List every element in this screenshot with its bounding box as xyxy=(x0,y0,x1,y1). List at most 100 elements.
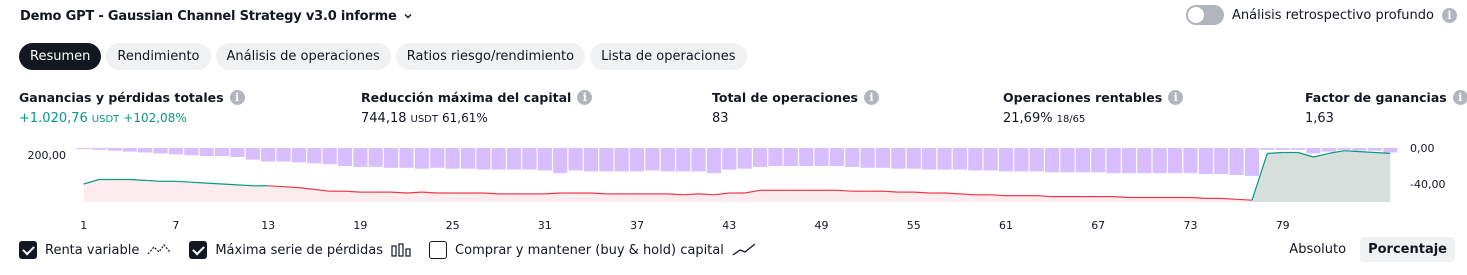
tab-ratios[interactable]: Ratios riesgo/rendimiento xyxy=(395,43,586,70)
metric-profitable: Operaciones rentables i 21,69% 18/65 xyxy=(1003,90,1184,126)
metric-pnl-label: Ganancias y pérdidas totales xyxy=(19,90,224,105)
drawdown-bar xyxy=(1214,148,1229,175)
drawdown-bar xyxy=(1152,148,1167,174)
drawdown-bar xyxy=(845,148,860,167)
equity-checkbox[interactable] xyxy=(19,241,37,259)
x-tick-label: 67 xyxy=(1091,219,1105,232)
legend-drawdown[interactable]: Máxima serie de pérdidas xyxy=(189,241,411,259)
drawdown-bar xyxy=(138,148,153,153)
drawdown-bar xyxy=(337,148,353,166)
metric-drawdown-unit: USDT xyxy=(410,114,438,125)
drawdown-bar xyxy=(752,148,768,167)
info-icon[interactable]: i xyxy=(1452,90,1467,105)
tab-analisis-operaciones[interactable]: Análisis de operaciones xyxy=(215,43,391,70)
metric-drawdown-value: 744,18 xyxy=(361,111,407,126)
legend-buyhold[interactable]: Comprar y mantener (buy & hold) capital xyxy=(429,241,756,259)
drawdown-bar xyxy=(799,148,814,166)
right-axis-label: -40,00 xyxy=(1410,178,1445,191)
equity-line-icon xyxy=(147,244,171,255)
drawdown-bar xyxy=(614,148,629,172)
drawdown-bar xyxy=(1306,148,1321,154)
metric-total-trades-label: Total de operaciones xyxy=(712,90,858,105)
drawdown-bar xyxy=(1275,148,1290,150)
drawdown-bar xyxy=(199,148,214,157)
metric-drawdown-label: Reducción máxima del capital xyxy=(361,90,572,105)
x-tick-label: 79 xyxy=(1276,219,1290,232)
x-tick-label: 43 xyxy=(722,219,736,232)
drawdown-bar xyxy=(245,148,260,160)
drawdown-bar xyxy=(414,148,429,169)
drawdown-bar xyxy=(384,148,399,168)
drawdown-bar xyxy=(368,148,383,167)
drawdown-bar xyxy=(214,148,230,157)
deep-backtest-toggle[interactable] xyxy=(1186,5,1225,25)
drawdown-bar xyxy=(891,148,906,169)
drawdown-bar xyxy=(1367,148,1383,151)
drawdown-bar xyxy=(276,148,291,162)
drawdown-bar xyxy=(860,148,875,168)
tab-resumen[interactable]: Resumen xyxy=(19,43,102,70)
drawdown-bar xyxy=(1198,148,1213,175)
drawdown-bar xyxy=(507,148,522,170)
legend-equity[interactable]: Renta variable xyxy=(19,241,171,259)
drawdown-bar xyxy=(1229,148,1244,175)
equity-drawdown-chart[interactable]: 200,00 0,00 -40,00 1 7 13 19 25 31 37 43 49 55 61 67 73… xyxy=(0,140,1467,235)
info-icon[interactable]: i xyxy=(229,90,245,105)
drawdown-bar xyxy=(399,148,414,168)
drawdown-bar xyxy=(322,148,337,165)
drawdown-bar xyxy=(1091,148,1106,173)
drawdown-bar xyxy=(676,148,691,172)
drawdown-bar xyxy=(906,148,921,169)
info-icon[interactable]: i xyxy=(1168,90,1184,105)
metric-total-trades: Total de operaciones i 83 xyxy=(712,90,879,126)
tab-lista-operaciones[interactable]: Lista de operaciones xyxy=(590,43,747,70)
buyhold-checkbox[interactable] xyxy=(429,241,448,259)
drawdown-bar xyxy=(537,148,552,171)
drawdown-bar xyxy=(568,148,583,171)
metric-drawdown-percent: 61,61% xyxy=(441,111,488,125)
drawdown-bar xyxy=(1260,148,1275,150)
x-tick-label: 7 xyxy=(172,219,179,232)
drawdown-bar xyxy=(829,148,845,166)
drawdown-bar xyxy=(706,148,722,174)
drawdown-bar xyxy=(353,148,368,167)
metric-profit-factor: Factor de ganancias i 1,63 xyxy=(1305,90,1467,126)
drawdown-checkbox[interactable] xyxy=(189,241,208,259)
drawdown-bar xyxy=(937,148,952,170)
info-icon[interactable]: i xyxy=(1442,7,1457,23)
legend-equity-label: Renta variable xyxy=(45,242,140,258)
mode-percent[interactable]: Porcentaje xyxy=(1360,237,1455,262)
drawdown-bar xyxy=(1060,148,1075,173)
equity-gain-area xyxy=(1251,150,1391,202)
drawdown-bar xyxy=(1121,148,1137,174)
drawdown-bar xyxy=(122,148,137,152)
drawdown-bar xyxy=(522,148,537,170)
drawdown-bar xyxy=(476,148,491,170)
left-axis-label: 200,00 xyxy=(28,149,67,162)
x-tick-label: 49 xyxy=(815,219,829,232)
drawdown-bar xyxy=(1290,148,1306,150)
drawdown-bar xyxy=(1029,148,1044,172)
right-axis-label: 0,00 xyxy=(1410,142,1435,155)
info-icon[interactable]: i xyxy=(864,90,879,105)
metric-pnl-value: +1.020,76 xyxy=(19,111,88,126)
report-title-dropdown[interactable]: Demo GPT - Gaussian Channel Strategy v3.… xyxy=(20,6,413,26)
drawdown-bar xyxy=(91,148,107,150)
metric-profit-factor-value: 1,63 xyxy=(1305,111,1334,126)
metric-total-trades-value: 83 xyxy=(712,111,729,126)
drawdown-bar xyxy=(76,148,91,149)
tab-rendimiento[interactable]: Rendimiento xyxy=(106,43,211,70)
info-icon[interactable]: i xyxy=(577,90,593,105)
drawdown-bar xyxy=(1106,148,1121,174)
drawdown-bar xyxy=(691,148,706,172)
value-mode-switch: Absoluto Porcentaje xyxy=(1281,237,1455,262)
buyhold-line-icon xyxy=(732,243,756,256)
deep-backtest-label: Análisis retrospectivo profundo xyxy=(1232,7,1434,23)
drawdown-bar xyxy=(737,148,752,169)
metric-profitable-label: Operaciones rentables xyxy=(1003,90,1163,105)
drawdown-bar xyxy=(875,148,891,168)
drawdown-bars-icon xyxy=(391,243,411,257)
drawdown-bar xyxy=(583,148,599,172)
mode-absolute[interactable]: Absoluto xyxy=(1281,237,1354,262)
drawdown-bar xyxy=(1321,148,1336,152)
